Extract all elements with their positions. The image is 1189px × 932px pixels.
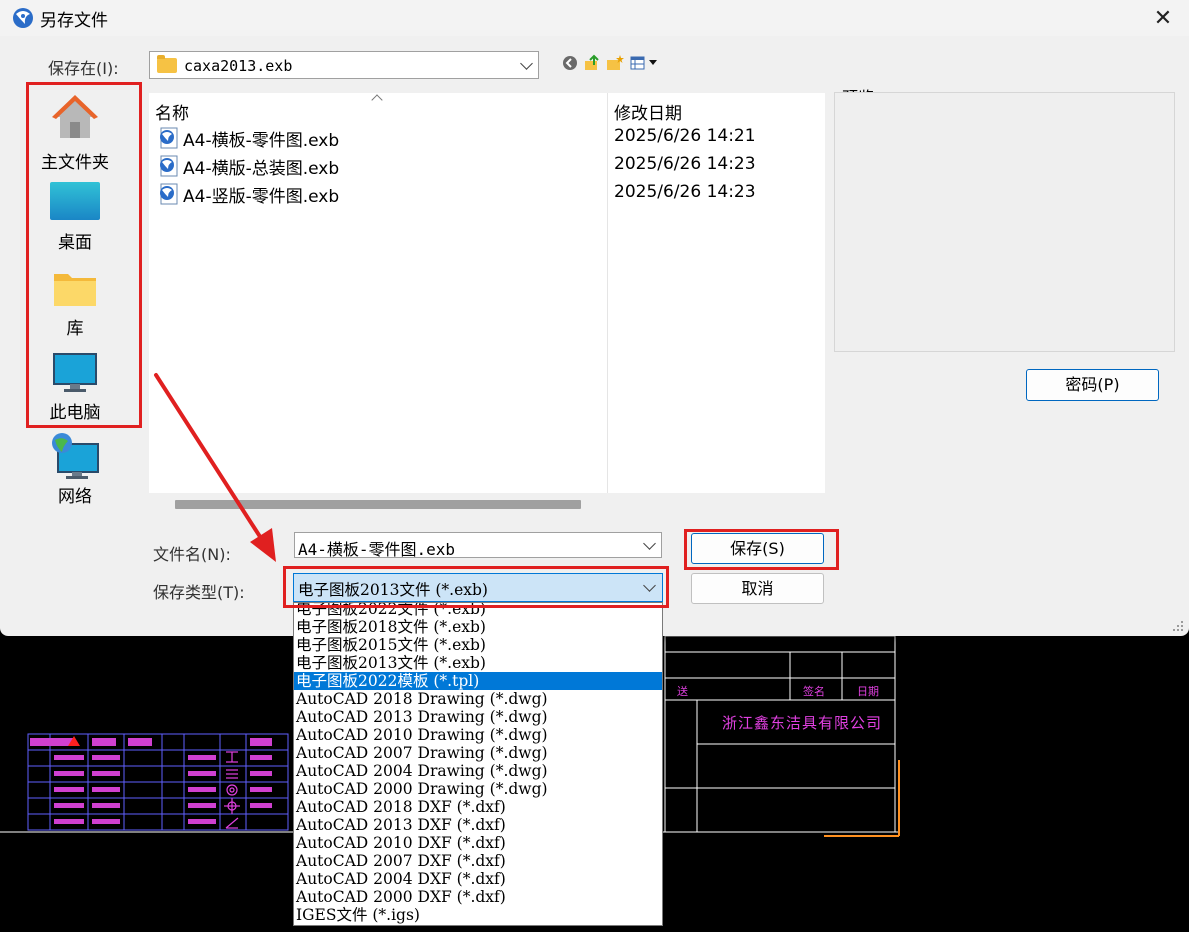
new-folder-icon[interactable] <box>606 54 624 72</box>
preview-pane <box>834 92 1175 352</box>
file-name: A4-竖版-零件图.exb <box>183 187 340 207</box>
filetype-option[interactable]: 电子图板2018文件 (*.exb) <box>294 618 662 636</box>
annotation-box-filetype <box>283 566 669 608</box>
title-bar[interactable]: 另存文件 ✕ <box>0 0 1189 36</box>
filetype-option[interactable]: AutoCAD 2013 Drawing (*.dwg) <box>294 708 662 726</box>
filename-label: 文件名(N): <box>153 545 231 564</box>
back-icon[interactable] <box>561 54 579 72</box>
up-folder-icon[interactable] <box>583 54 601 72</box>
filetype-option[interactable]: AutoCAD 2000 Drawing (*.dwg) <box>294 780 662 798</box>
cad-label-sign: 签名 <box>803 685 825 698</box>
filetype-option[interactable]: 电子图板2015文件 (*.exb) <box>294 636 662 654</box>
filetype-option[interactable]: AutoCAD 2010 DXF (*.dxf) <box>294 834 662 852</box>
filetype-option[interactable]: 电子图板2022模板 (*.tpl) <box>294 672 662 690</box>
file-row[interactable]: A4-横板-零件图.exb 2025/6/26 14:21 <box>155 124 805 152</box>
view-menu-icon[interactable] <box>630 54 662 72</box>
horizontal-scrollbar-thumb[interactable] <box>175 500 581 509</box>
annotation-box-places <box>26 82 142 428</box>
file-date: 2025/6/26 14:23 <box>614 182 756 202</box>
chevron-down-icon <box>520 57 533 70</box>
filename-input[interactable]: A4-横板-零件图.exb <box>294 532 662 559</box>
filetype-option[interactable]: AutoCAD 2000 DXF (*.dxf) <box>294 888 662 906</box>
cad-company-name: 浙江鑫东洁具有限公司 <box>722 714 883 732</box>
column-header-date[interactable]: 修改日期 <box>614 99 682 124</box>
save-in-label: 保存在(I): <box>48 59 119 78</box>
folder-icon <box>157 55 177 73</box>
location-value: caxa2013.exb <box>184 57 293 75</box>
place-network[interactable]: 网络 <box>28 430 122 510</box>
filetype-option[interactable]: IGES文件 (*.igs) <box>294 906 662 924</box>
file-name: A4-横版-总装图.exb <box>183 159 340 179</box>
filetype-option[interactable]: AutoCAD 2013 DXF (*.dxf) <box>294 816 662 834</box>
password-button[interactable]: 密码(P) <box>1026 369 1159 401</box>
cad-label-send: 送 <box>677 685 688 698</box>
caxa-app-icon <box>13 8 33 28</box>
file-name: A4-横板-零件图.exb <box>183 131 340 151</box>
exb-file-icon <box>160 183 178 205</box>
annotation-box-save <box>684 529 839 570</box>
column-header-name[interactable]: 名称 <box>155 99 189 124</box>
filetype-option[interactable]: AutoCAD 2018 DXF (*.dxf) <box>294 798 662 816</box>
filetype-option[interactable]: AutoCAD 2007 DXF (*.dxf) <box>294 852 662 870</box>
filetype-dropdown-list[interactable]: 电子图板2022文件 (*.exb) 电子图板2018文件 (*.exb) 电子图板… <box>293 602 663 926</box>
file-row[interactable]: A4-横版-总装图.exb 2025/6/26 14:23 <box>155 152 805 180</box>
exb-file-icon <box>160 155 178 177</box>
exb-file-icon <box>160 127 178 149</box>
cancel-button[interactable]: 取消 <box>691 573 824 604</box>
resize-grip-icon[interactable] <box>1172 620 1184 632</box>
network-icon <box>52 433 99 479</box>
filetype-option[interactable]: 电子图板2013文件 (*.exb) <box>294 654 662 672</box>
file-date: 2025/6/26 14:21 <box>614 126 756 146</box>
filename-value: A4-横板-零件图.exb <box>298 540 456 559</box>
chevron-down-icon[interactable] <box>643 537 656 550</box>
sort-ascending-icon <box>371 92 383 106</box>
filetype-option[interactable]: AutoCAD 2007 Drawing (*.dwg) <box>294 744 662 762</box>
place-network-label: 网络 <box>58 487 92 507</box>
dialog-title: 另存文件 <box>40 11 108 31</box>
file-row[interactable]: A4-竖版-零件图.exb 2025/6/26 14:23 <box>155 180 805 208</box>
filetype-option[interactable]: AutoCAD 2004 DXF (*.dxf) <box>294 870 662 888</box>
filetype-option[interactable]: AutoCAD 2004 Drawing (*.dwg) <box>294 762 662 780</box>
horizontal-scrollbar[interactable] <box>149 497 825 511</box>
cad-label-date: 日期 <box>857 685 879 698</box>
filetype-option[interactable]: AutoCAD 2010 Drawing (*.dwg) <box>294 726 662 744</box>
location-combobox[interactable]: caxa2013.exb <box>149 51 539 79</box>
file-date: 2025/6/26 14:23 <box>614 154 756 174</box>
filetype-label: 保存类型(T): <box>153 583 245 602</box>
save-as-dialog: 另存文件 ✕ 保存在(I): caxa2013.exb 主文件夹 桌面 库 此电… <box>0 0 1189 636</box>
filetype-option[interactable]: AutoCAD 2018 Drawing (*.dwg) <box>294 690 662 708</box>
close-button[interactable]: ✕ <box>1140 0 1186 36</box>
